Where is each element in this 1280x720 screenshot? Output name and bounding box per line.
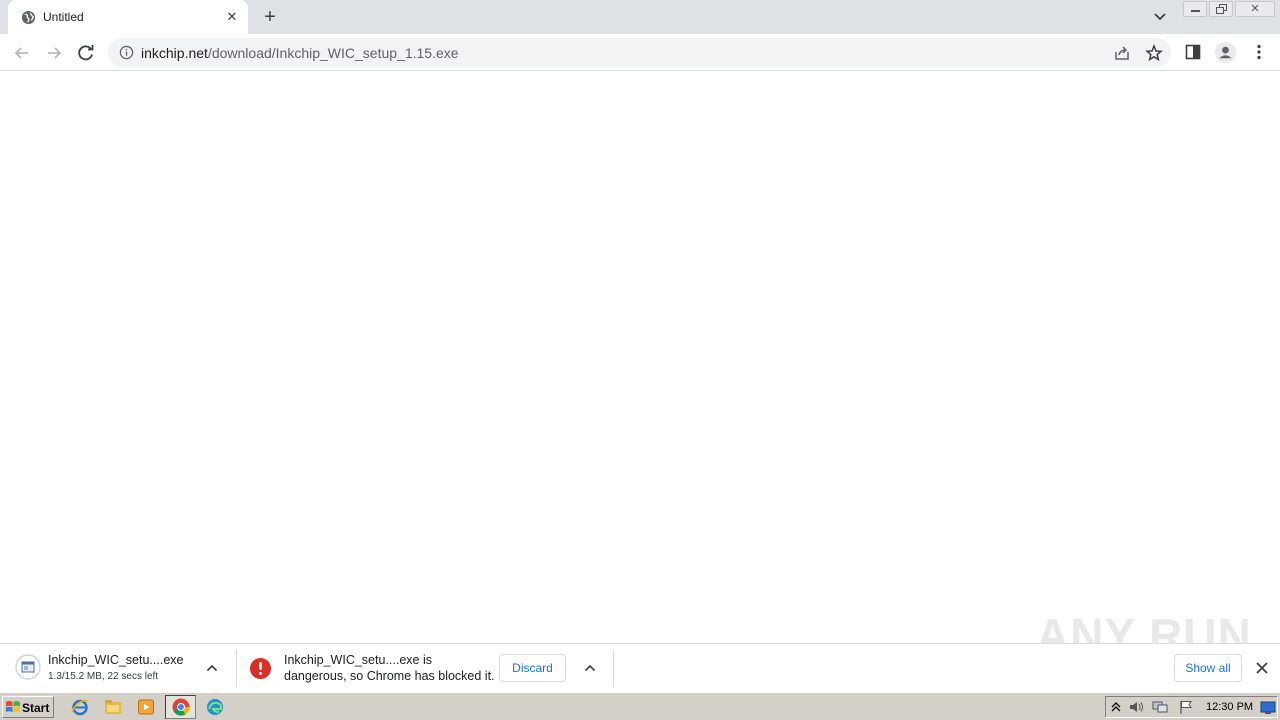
volume-icon[interactable] — [1128, 699, 1144, 715]
reload-icon[interactable] — [73, 40, 99, 66]
danger-warning-icon — [249, 657, 272, 680]
share-icon[interactable] — [1113, 44, 1131, 62]
chevron-up-icon[interactable] — [204, 660, 220, 676]
tab-close-icon[interactable]: ✕ — [224, 9, 240, 25]
menu-kebab-icon[interactable] — [1250, 43, 1268, 61]
start-button[interactable]: Start — [2, 696, 54, 718]
info-icon[interactable] — [119, 45, 134, 60]
show-desktop-icon[interactable] — [1260, 700, 1276, 715]
forward-arrow-icon[interactable] — [41, 40, 67, 66]
show-all-button[interactable]: Show all — [1174, 654, 1242, 682]
address-bar[interactable]: inkchip.net/download/Inkchip_WIC_setup_1… — [108, 38, 1171, 67]
page-content — [0, 72, 1280, 643]
chrome-taskbar-button[interactable] — [165, 695, 196, 719]
url-text[interactable]: inkchip.net/download/Inkchip_WIC_setup_1… — [141, 45, 459, 61]
discard-button[interactable]: Discard — [499, 654, 566, 682]
exe-file-icon — [15, 654, 41, 680]
start-label: Start — [22, 701, 50, 715]
download-item-blocked[interactable]: Inkchip_WIC_setu....exe is dangerous, so… — [237, 644, 613, 692]
show-hidden-icons-icon[interactable] — [1110, 700, 1122, 714]
system-tray: 12:30 PM — [1105, 696, 1278, 718]
tab-title: Untitled — [43, 10, 84, 24]
profile-avatar-icon[interactable] — [1214, 41, 1237, 64]
browser-toolbar: inkchip.net/download/Inkchip_WIC_setup_1… — [0, 34, 1280, 71]
url-path: /download/Inkchip_WIC_setup_1.15.exe — [207, 45, 459, 61]
download-progress-text: 1.3/15.2 MB, 22 secs left — [48, 671, 159, 682]
internet-explorer-icon[interactable] — [70, 697, 90, 717]
chevron-up-icon[interactable] — [582, 660, 598, 676]
tab-search-chevron-icon[interactable] — [1150, 8, 1170, 26]
side-panel-icon[interactable] — [1184, 43, 1202, 61]
globe-icon — [21, 10, 36, 25]
divider — [613, 650, 614, 687]
edge-icon[interactable] — [205, 697, 225, 717]
download-shelf: Inkchip_WIC_setu....exe 1.3/15.2 MB, 22 … — [0, 643, 1280, 691]
clock[interactable]: 12:30 PM — [1206, 701, 1253, 713]
back-arrow-icon[interactable] — [9, 40, 35, 66]
close-shelf-icon[interactable] — [1254, 660, 1270, 676]
file-explorer-icon[interactable] — [103, 697, 123, 717]
download-item[interactable]: Inkchip_WIC_setu....exe 1.3/15.2 MB, 22 … — [0, 644, 236, 692]
tab-strip: Untitled ✕ + ✕ — [0, 0, 1280, 34]
windows-logo-icon — [6, 701, 20, 712]
bookmark-star-icon[interactable] — [1145, 44, 1163, 62]
blocked-message-line1: Inkchip_WIC_setu....exe is — [284, 653, 432, 667]
minimize-button[interactable] — [1183, 1, 1207, 17]
taskbar: Start 12:30 PM — [0, 692, 1280, 720]
chrome-icon — [172, 698, 190, 716]
new-tab-button[interactable]: + — [258, 6, 282, 28]
download-filename: Inkchip_WIC_setu....exe — [48, 653, 184, 667]
url-host: inkchip.net — [141, 45, 208, 61]
restore-button[interactable] — [1209, 1, 1233, 17]
network-icon[interactable] — [1152, 699, 1168, 715]
blocked-message-line2: dangerous, so Chrome has blocked it. — [284, 669, 495, 683]
media-player-icon[interactable] — [136, 697, 156, 717]
close-window-button[interactable]: ✕ — [1235, 1, 1275, 17]
action-center-flag-icon[interactable] — [1178, 699, 1194, 715]
browser-tab[interactable]: Untitled ✕ — [8, 0, 248, 34]
